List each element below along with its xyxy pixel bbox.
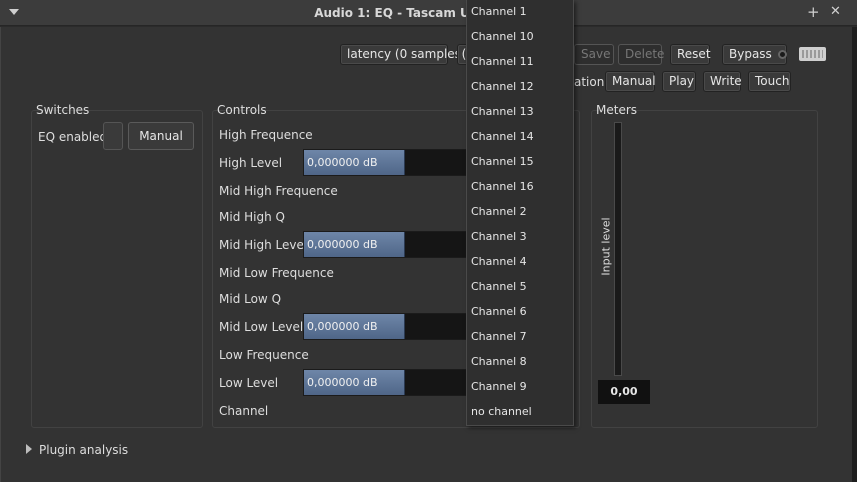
dropdown-option[interactable]: Channel 8	[471, 355, 527, 368]
switches-title: Switches	[36, 103, 90, 117]
meters-title: Meters	[596, 103, 638, 117]
bypass-label: Bypass	[729, 47, 772, 61]
reset-button[interactable]: Reset	[670, 44, 711, 65]
high-level-label: High Level	[219, 156, 283, 170]
dropdown-option[interactable]: Channel 10	[471, 30, 534, 43]
dropdown-option[interactable]: Channel 2	[471, 205, 527, 218]
input-level-label: Input level	[599, 217, 613, 276]
controls-title: Controls	[217, 103, 267, 117]
eq-enabled-toggle[interactable]	[103, 122, 123, 150]
dropdown-option[interactable]: Channel 13	[471, 105, 534, 118]
dropdown-option[interactable]: Channel 9	[471, 380, 527, 393]
dropdown-option[interactable]: Channel 16	[471, 180, 534, 193]
mid-high-level-slider[interactable]: 0,000000 dB	[303, 231, 473, 258]
window-title: Audio 1: EQ - Tascam US-16x08 (b	[314, 6, 543, 20]
dropdown-option[interactable]: Channel 4	[471, 255, 527, 268]
dropdown-option[interactable]: Channel 11	[471, 55, 534, 68]
channel-label: Channel	[219, 404, 269, 418]
mid-high-level-label: Mid High Level	[219, 238, 308, 252]
dropdown-option[interactable]: Channel 15	[471, 155, 534, 168]
automation-label: ation	[574, 75, 605, 89]
automation-play-button[interactable]: Play	[662, 71, 696, 92]
dropdown-option[interactable]: Channel 6	[471, 305, 527, 318]
bypass-led-icon	[777, 50, 787, 59]
title-bar: Audio 1: EQ - Tascam US-16x08 (b + ✕	[0, 0, 857, 26]
mid-high-frequence-label: Mid High Frequence	[219, 184, 338, 198]
meter-readout: 0,00	[598, 380, 650, 404]
mid-high-level-value: 0,000000 dB	[307, 238, 378, 251]
mid-high-q-label: Mid High Q	[219, 210, 285, 224]
high-level-slider[interactable]: 0,000000 dB	[303, 149, 473, 176]
high-frequence-label: High Frequence	[219, 128, 313, 142]
low-level-value: 0,000000 dB	[307, 376, 378, 389]
input-level-meter	[614, 122, 622, 376]
mid-low-level-slider[interactable]: 0,000000 dB	[303, 313, 473, 340]
mid-low-frequence-label: Mid Low Frequence	[219, 266, 334, 280]
mid-low-level-value: 0,000000 dB	[307, 320, 378, 333]
close-icon[interactable]: ✕	[830, 4, 841, 20]
keyboard-icon[interactable]	[799, 47, 826, 61]
switches-group	[31, 110, 203, 428]
mid-low-level-label: Mid Low Level	[219, 320, 304, 334]
low-level-slider[interactable]: 0,000000 dB	[303, 369, 473, 396]
delete-button[interactable]: Delete	[618, 44, 664, 65]
dropdown-option[interactable]: Channel 1	[471, 5, 527, 18]
eq-enabled-label: EQ enabled	[38, 130, 108, 144]
plugin-analysis-expander[interactable]: Plugin analysis	[39, 443, 128, 457]
dropdown-option[interactable]: Channel 7	[471, 330, 527, 343]
dropdown-option[interactable]: Channel 3	[471, 230, 527, 243]
bypass-button[interactable]: Bypass	[722, 44, 787, 65]
save-button[interactable]: Save	[574, 44, 614, 65]
channel-dropdown-menu: Channel 1 Channel 10 Channel 11 Channel …	[466, 0, 574, 426]
automation-manual-button[interactable]: Manual	[605, 71, 656, 92]
low-frequence-label: Low Frequence	[219, 348, 309, 362]
pin-icon[interactable]: +	[807, 4, 820, 20]
dropdown-option[interactable]: Channel 14	[471, 130, 534, 143]
dropdown-option[interactable]: Channel 12	[471, 80, 534, 93]
low-level-label: Low Level	[219, 376, 279, 390]
background-edge	[852, 27, 857, 482]
dropdown-option[interactable]: no channel	[471, 405, 532, 418]
dropdown-option[interactable]: Channel 5	[471, 280, 527, 293]
mid-low-q-label: Mid Low Q	[219, 292, 282, 306]
expander-arrow-icon[interactable]	[26, 444, 32, 454]
automation-write-button[interactable]: Write	[703, 71, 742, 92]
automation-touch-button[interactable]: Touch	[748, 71, 791, 92]
eq-manual-button[interactable]: Manual	[128, 122, 194, 150]
latency-button[interactable]: latency (0 samples)	[340, 44, 466, 65]
high-level-value: 0,000000 dB	[307, 156, 378, 169]
